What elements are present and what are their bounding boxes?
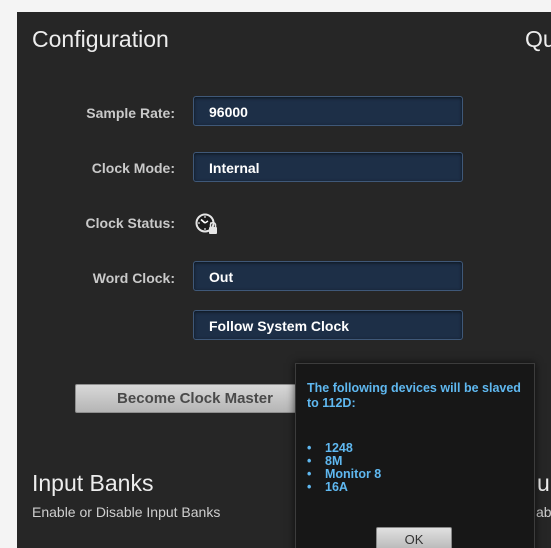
configuration-panel: Configuration Qu Sample Rate: 96000 Cloc…: [17, 12, 551, 548]
device-name: 16A: [325, 480, 348, 494]
clock-mode-label: Clock Mode:: [91, 160, 175, 176]
right-title-fragment: u: [537, 470, 550, 496]
ok-button[interactable]: OK: [376, 527, 452, 548]
clock-mode-select[interactable]: Internal: [193, 152, 463, 182]
device-name: 8M: [325, 454, 343, 468]
configuration-title: Configuration: [32, 26, 169, 52]
word-clock-select[interactable]: Out: [193, 261, 463, 291]
clock-lock-icon: [195, 213, 219, 237]
clock-status-label: Clock Status:: [85, 215, 175, 231]
right-subtitle-fragment: ab: [536, 504, 551, 520]
bullet: •: [307, 480, 312, 494]
input-banks-title: Input Banks: [32, 470, 154, 496]
device-name: 1248: [325, 441, 353, 455]
slave-devices-popup: The following devices will be slaved to …: [295, 363, 535, 548]
popup-message: The following devices will be slaved to …: [307, 381, 521, 410]
become-clock-master-button[interactable]: Become Clock Master: [75, 384, 315, 413]
sample-rate-label: Sample Rate:: [86, 105, 175, 121]
list-item: • 1248: [307, 442, 381, 455]
word-clock-follow-select[interactable]: Follow System Clock: [193, 310, 463, 340]
quick-title-fragment: Qu: [525, 26, 551, 52]
input-banks-subtitle: Enable or Disable Input Banks: [32, 504, 221, 520]
device-list: • 1248 • 8M • Monitor 8 • 16A: [307, 442, 381, 494]
sample-rate-select[interactable]: 96000: [193, 96, 463, 126]
word-clock-label: Word Clock:: [92, 270, 175, 286]
device-name: Monitor 8: [325, 467, 382, 481]
list-item: • 16A: [307, 481, 381, 494]
